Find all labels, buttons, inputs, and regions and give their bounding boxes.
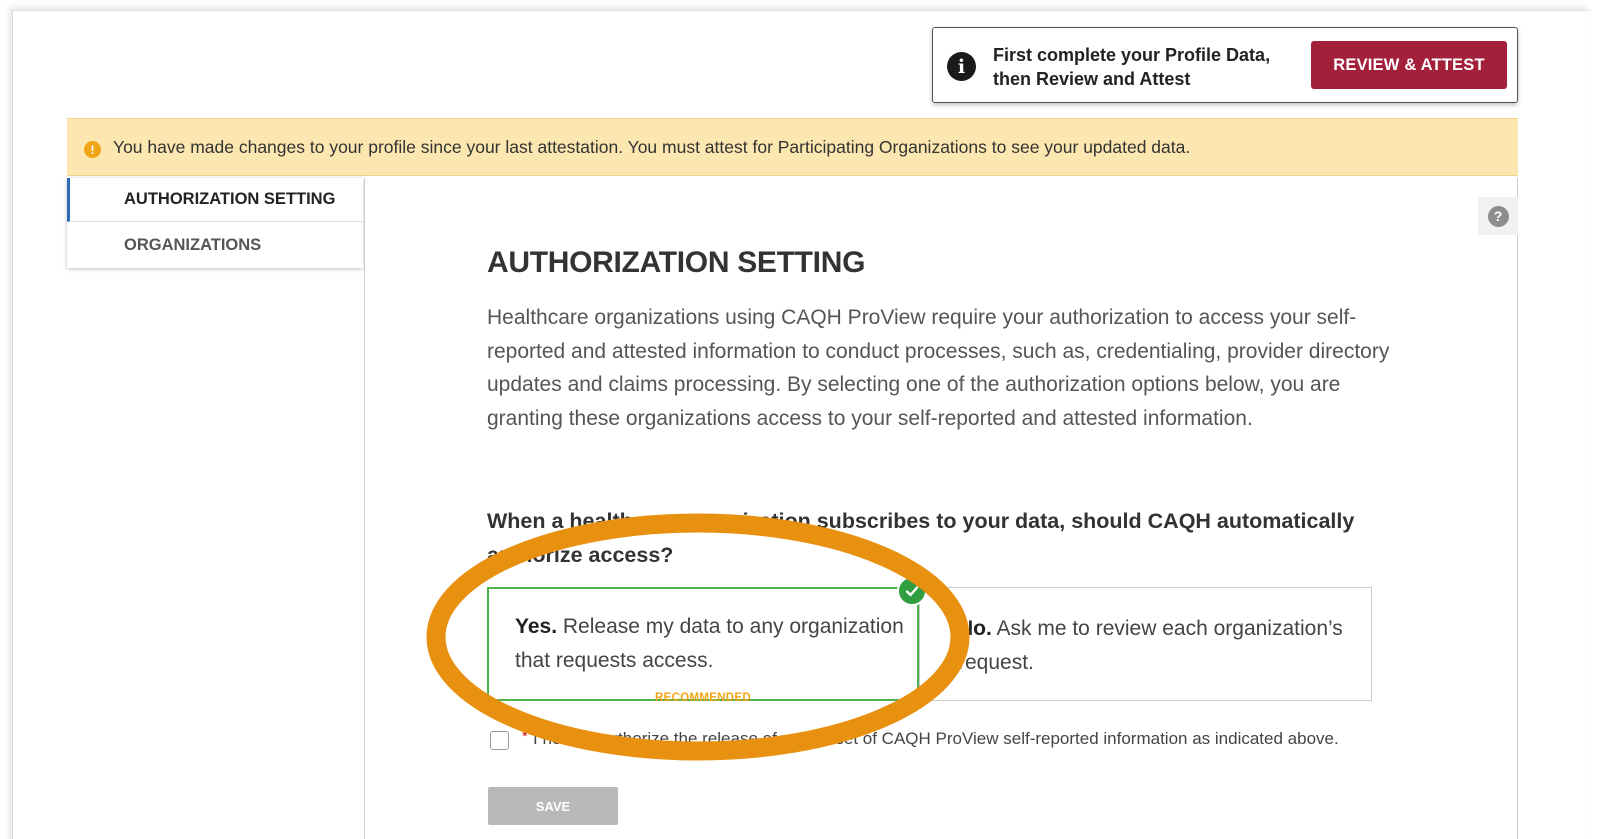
review-attest-button[interactable]: REVIEW & ATTEST <box>1311 41 1507 89</box>
authorization-question: When a healthcare organization subscribe… <box>487 509 1355 567</box>
authorize-checkbox[interactable] <box>490 731 509 750</box>
option-yes-bold: Yes. <box>515 615 558 638</box>
question-icon: ? <box>1487 205 1509 227</box>
sidebar-item-label: ORGANIZATIONS <box>124 235 262 254</box>
selected-check-icon <box>897 576 927 606</box>
option-no-bold: No. <box>958 617 992 640</box>
option-no-desc: Ask me to review each organization’s req… <box>958 617 1343 674</box>
sidebar-item-authorization-setting[interactable]: AUTHORIZATION SETTING <box>67 178 363 222</box>
notice-text: First complete your Profile Data, then R… <box>993 45 1271 89</box>
option-yes[interactable]: Yes. Release my data to any organization… <box>487 587 919 704</box>
sidebar-item-label: AUTHORIZATION SETTING <box>124 190 336 208</box>
option-yes-desc: Release my data to any organization that… <box>515 615 904 672</box>
info-icon: i <box>947 52 976 81</box>
attest-notice: i First complete your Profile Data, then… <box>932 27 1518 103</box>
required-mark: * <box>522 728 528 745</box>
checkmark-icon <box>905 586 919 597</box>
sidebar-item-organizations[interactable]: ORGANIZATIONS <box>67 223 363 267</box>
authorize-label: I hereby authorize the release of my ful… <box>533 729 1339 748</box>
warning-icon: ! <box>84 141 101 158</box>
option-no[interactable]: No. Ask me to review each organization’s… <box>919 587 1372 701</box>
sidebar: AUTHORIZATION SETTING ORGANIZATIONS <box>67 178 363 268</box>
intro-text: Healthcare organizations using CAQH ProV… <box>487 306 1390 430</box>
help-button[interactable]: ? <box>1478 197 1518 235</box>
recommended-badge: RECOMMENDED <box>655 692 751 704</box>
option-yes-text: Yes. Release my data to any organization… <box>515 610 910 678</box>
banner-text: You have made changes to your profile si… <box>113 137 1191 157</box>
option-no-text: No. Ask me to review each organization’s… <box>958 612 1353 680</box>
save-button[interactable]: SAVE <box>488 787 618 825</box>
page-title: AUTHORIZATION SETTING <box>487 246 866 279</box>
warning-banner: ! You have made changes to your profile … <box>67 118 1518 176</box>
